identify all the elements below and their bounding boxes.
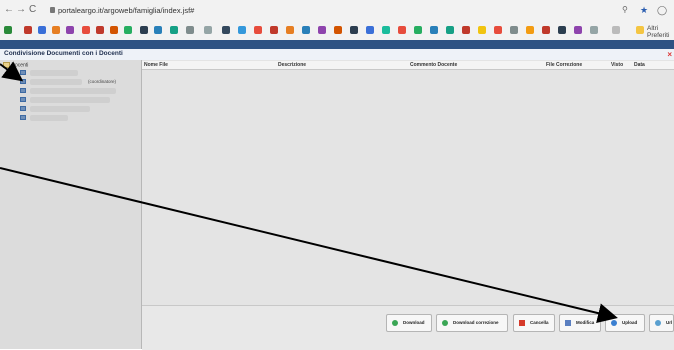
bookmark-icon[interactable] [366, 26, 374, 34]
other-bookmarks[interactable]: Altri Preferiti [647, 25, 674, 39]
teacher-icon [20, 88, 26, 93]
bookmark-icon[interactable] [4, 26, 12, 34]
tree-root[interactable]: Docenti [3, 62, 28, 68]
column-header[interactable]: Commento Docente [410, 62, 457, 68]
upload-button[interactable]: Upload [605, 314, 645, 332]
app-header-bar [0, 40, 674, 49]
bookmark-icon[interactable] [542, 26, 550, 34]
download-correction-button[interactable]: Download correzione [436, 314, 508, 332]
bookmark-icon[interactable] [170, 26, 178, 34]
gmail-icon[interactable] [24, 26, 32, 34]
bookmark-icon[interactable] [140, 26, 148, 34]
tree-root-label: Docenti [11, 62, 29, 69]
column-header[interactable]: Descrizione [278, 62, 306, 68]
bookmark-icon[interactable] [204, 26, 212, 34]
url-button[interactable]: Url [649, 314, 674, 332]
lock-icon [50, 7, 55, 13]
column-header[interactable]: Visto [611, 62, 623, 68]
bookmark-icon[interactable] [494, 26, 502, 34]
profile-icon[interactable]: ◯ [657, 4, 667, 16]
teacher-icon [20, 115, 26, 120]
bookmark-icon[interactable] [510, 26, 518, 34]
bookmark-icon[interactable] [302, 26, 310, 34]
page-title: Condivisione Documenti con i Docenti [4, 50, 123, 57]
teacher-icon [20, 97, 26, 102]
bookmark-icon[interactable] [186, 26, 194, 34]
bookmark-icon[interactable] [590, 26, 598, 34]
column-header[interactable]: File Correzione [546, 62, 582, 68]
bookmark-icon[interactable] [462, 26, 470, 34]
upload-icon [611, 320, 617, 326]
bookmark-icon[interactable] [612, 26, 620, 34]
star-icon[interactable]: ★ [640, 4, 648, 16]
bookmark-icon[interactable] [526, 26, 534, 34]
bookmark-icon[interactable] [478, 26, 486, 34]
bookmark-icon[interactable] [270, 26, 278, 34]
bookmark-icon[interactable] [382, 26, 390, 34]
redacted-name [30, 88, 116, 94]
bookmark-icon[interactable] [574, 26, 582, 34]
bookmark-icon[interactable] [222, 26, 230, 34]
teacher-tree-panel: Docenti (coordinatore) [0, 60, 142, 349]
bookmark-icon[interactable] [286, 26, 294, 34]
pencil-icon [565, 320, 571, 326]
folder-icon [3, 62, 10, 68]
redacted-name [30, 115, 68, 121]
back-icon[interactable]: ← [4, 4, 14, 16]
bookmark-icon[interactable] [110, 26, 118, 34]
column-header[interactable]: Nome File [144, 62, 168, 68]
bookmark-icon[interactable] [38, 26, 46, 34]
address-bar[interactable]: portaleargo.it/argoweb/famiglia/index.js… [58, 5, 194, 17]
bookmark-icon[interactable] [350, 26, 358, 34]
delete-button[interactable]: Cancella [513, 314, 555, 332]
teacher-icon [20, 79, 26, 84]
bookmark-icon[interactable] [66, 26, 74, 34]
bookmark-icon[interactable] [52, 26, 60, 34]
bookmark-icon[interactable] [334, 26, 342, 34]
forward-icon[interactable]: → [16, 4, 26, 16]
redacted-name [30, 79, 82, 85]
bookmark-icon[interactable] [558, 26, 566, 34]
bookmark-icon[interactable] [414, 26, 422, 34]
bookmark-icon[interactable] [154, 26, 162, 34]
bookmark-icon[interactable] [82, 26, 90, 34]
download-icon [442, 320, 448, 326]
column-header[interactable]: Data [634, 62, 645, 68]
browser-chrome: ← → C portaleargo.it/argoweb/famiglia/in… [0, 0, 674, 41]
bookmark-icon[interactable] [254, 26, 262, 34]
bookmark-icon[interactable] [430, 26, 438, 34]
delete-icon [519, 320, 525, 326]
close-icon[interactable]: × [667, 50, 672, 59]
table-header: Nome File Descrizione Commento Docente F… [142, 61, 674, 70]
download-button[interactable]: Download [386, 314, 432, 332]
bookmark-icon[interactable] [124, 26, 132, 34]
bookmark-icon[interactable] [238, 26, 246, 34]
reload-icon[interactable]: C [29, 4, 36, 16]
bookmark-icon[interactable] [446, 26, 454, 34]
bookmark-icon[interactable] [318, 26, 326, 34]
teacher-icon [20, 70, 26, 75]
coordinator-label: (coordinatore) [88, 79, 117, 84]
redacted-name [30, 106, 90, 112]
download-icon [392, 320, 398, 326]
bookmark-icon[interactable] [96, 26, 104, 34]
redacted-name [30, 70, 78, 76]
redacted-name [30, 97, 110, 103]
folder-icon [636, 26, 644, 34]
globe-icon [655, 320, 661, 326]
zoom-icon[interactable]: ⚲ [622, 4, 628, 16]
teacher-icon [20, 106, 26, 111]
modify-button[interactable]: Modifica [559, 314, 601, 332]
bookmark-icon[interactable] [398, 26, 406, 34]
